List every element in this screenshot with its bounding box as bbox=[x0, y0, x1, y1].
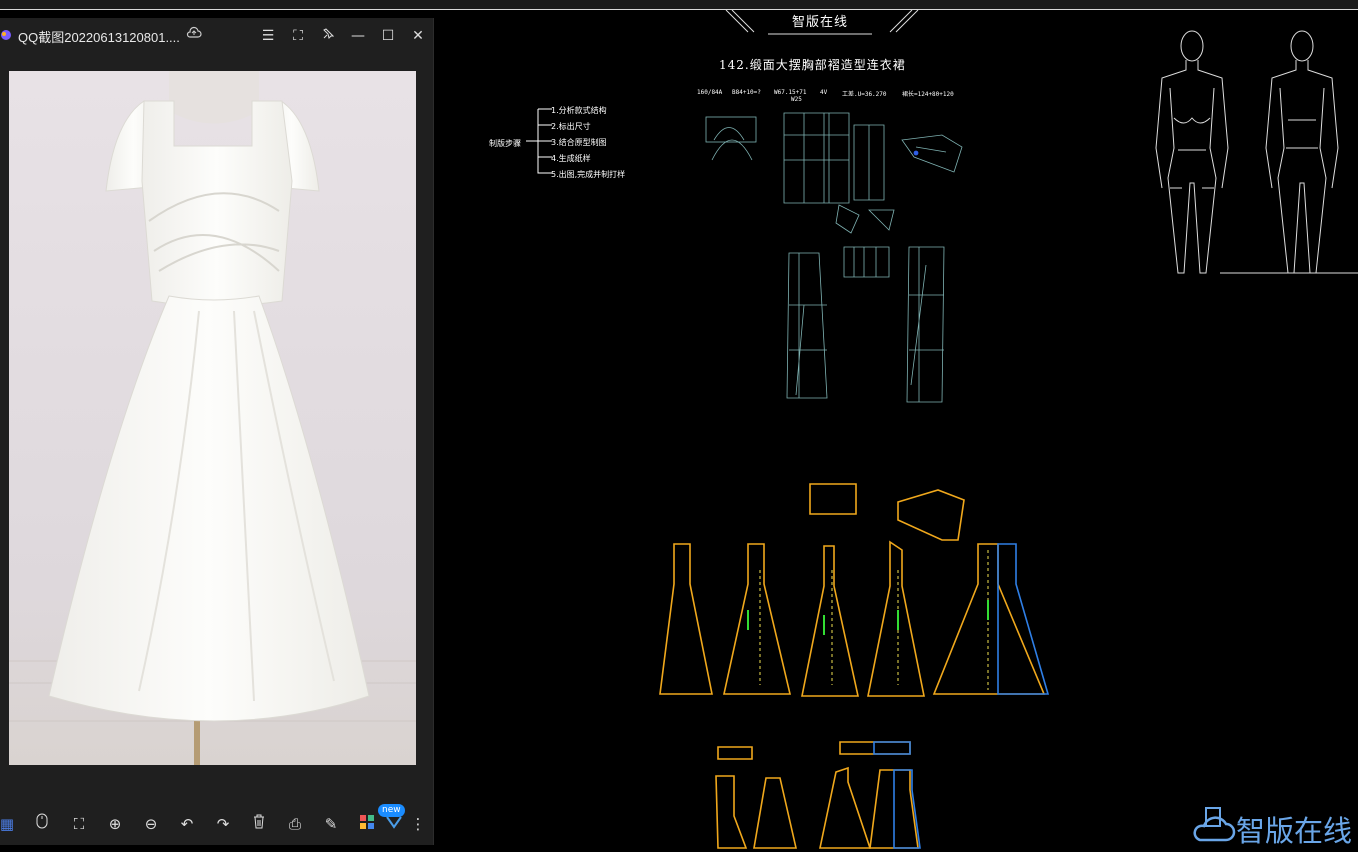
measurement: 160/84A bbox=[697, 89, 723, 96]
viewer-toolbar: ▦ ⛶ ⊕ ⊖ ↶ ↷ ⎙ ✎ new ⋮ bbox=[0, 804, 433, 837]
grid-icon[interactable]: ▦ bbox=[0, 813, 18, 835]
cloud-logo-icon bbox=[1193, 807, 1236, 842]
step-item: 2.标出尺寸 bbox=[551, 122, 591, 131]
step-item: 3.结合原型制图 bbox=[551, 138, 607, 147]
banner-title: 智版在线 bbox=[792, 15, 849, 30]
watermark-logo: 智版在线 bbox=[1192, 806, 1352, 848]
viewer-file-title: QQ截图20220613120801.... bbox=[18, 30, 180, 45]
measurement-sub: W25 bbox=[791, 96, 802, 103]
cad-canvas[interactable]: 智版在线 142.缎面大摆胸部褶造型连衣裙 160/84A B84+10=? W… bbox=[434, 10, 1358, 852]
apps-icon[interactable] bbox=[356, 813, 378, 835]
measurement: 工差.U=36.270 bbox=[842, 91, 887, 98]
delete-icon[interactable] bbox=[248, 813, 270, 835]
print-icon[interactable]: ⎙ bbox=[284, 813, 306, 835]
fit-screen-icon[interactable]: ⛶ bbox=[68, 813, 90, 835]
pin-icon[interactable] bbox=[317, 25, 339, 47]
top-window-strip bbox=[0, 0, 1358, 10]
edit-icon[interactable]: ✎ bbox=[320, 813, 342, 835]
app-logo-icon bbox=[1, 30, 11, 40]
measurement: B84+10=? bbox=[732, 89, 761, 96]
zoom-out-icon[interactable]: ⊖ bbox=[140, 813, 162, 835]
step-item: 4.生成纸样 bbox=[551, 154, 591, 163]
cloud-upload-icon[interactable] bbox=[183, 25, 205, 47]
pattern-draft-drawing bbox=[705, 112, 963, 403]
more-icon[interactable]: ⋮ bbox=[407, 813, 429, 835]
step-item: 5.出图,完成并制打样 bbox=[551, 170, 626, 179]
close-icon[interactable]: ✕ bbox=[407, 25, 429, 47]
body-figure-drawing bbox=[1155, 30, 1358, 274]
drawing-title: 142.缎面大摆胸部褶造型连衣裙 bbox=[719, 58, 906, 72]
menu-icon[interactable]: ☰ bbox=[257, 25, 279, 47]
watermark-text: 智版在线 bbox=[1236, 814, 1353, 848]
measurement: 4V bbox=[820, 89, 828, 96]
fullscreen-icon[interactable]: ⛶ bbox=[287, 25, 309, 47]
measurement: W67.15+71 bbox=[774, 89, 807, 96]
steps-label: 制版步骤 bbox=[489, 139, 521, 148]
rotate-left-icon[interactable]: ↶ bbox=[176, 813, 198, 835]
measurement: 裙长=124+80+120 bbox=[902, 91, 954, 98]
graded-pattern-pieces bbox=[659, 483, 1050, 849]
minimize-icon[interactable]: — bbox=[347, 25, 369, 47]
image-viewer-window: QQ截图20220613120801.... ☰ ⛶ — ☐ ✕ ▦ ⛶ ⊕ ⊖… bbox=[0, 18, 434, 845]
new-badge: new bbox=[378, 804, 405, 817]
zoom-in-icon[interactable]: ⊕ bbox=[104, 813, 126, 835]
rotate-right-icon[interactable]: ↷ bbox=[212, 813, 234, 835]
dress-photo bbox=[9, 71, 416, 765]
step-item: 1.分析款式结构 bbox=[551, 106, 607, 115]
mouse-icon[interactable] bbox=[31, 813, 53, 835]
viewer-titlebar: QQ截图20220613120801.... ☰ ⛶ — ☐ ✕ bbox=[0, 18, 433, 52]
maximize-icon[interactable]: ☐ bbox=[377, 25, 399, 47]
